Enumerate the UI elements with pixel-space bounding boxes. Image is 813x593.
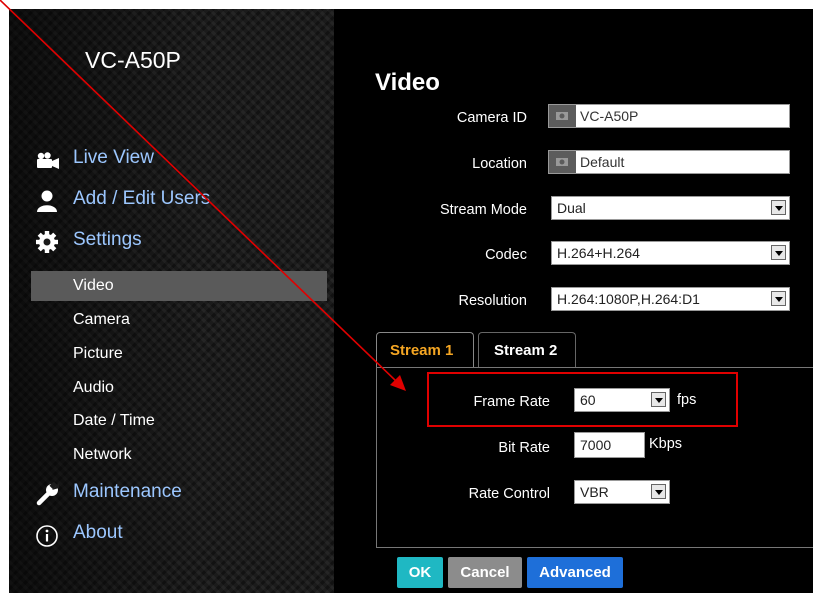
sidebar-item-label: Date / Time: [73, 412, 155, 429]
video-camera-icon: [35, 148, 61, 172]
sidebar-item-date-time[interactable]: Date / Time: [31, 406, 327, 436]
camera-id-field[interactable]: VC-A50P: [548, 104, 790, 128]
camera-id-label: Camera ID: [456, 110, 527, 126]
nav-settings-label: Settings: [73, 229, 142, 250]
nav-add-edit-users[interactable]: Add / Edit Users: [9, 186, 334, 216]
camera-icon: [549, 105, 576, 127]
stream-mode-select[interactable]: Dual: [551, 196, 790, 220]
page-title: Video: [375, 69, 440, 96]
nav-maintenance-label: Maintenance: [73, 481, 182, 502]
tab-label: Stream 1: [390, 342, 454, 359]
info-icon: [35, 523, 61, 547]
sidebar-item-video[interactable]: Video: [31, 271, 327, 301]
sidebar-item-audio[interactable]: Audio: [31, 373, 327, 403]
resolution-label: Resolution: [458, 293, 527, 309]
annotation-highlight-box: [427, 372, 738, 427]
app-window: VC-A50P Live View Add / Edit Users Setti…: [9, 9, 813, 593]
codec-select[interactable]: H.264+H.264: [551, 241, 790, 265]
camera-id-value: VC-A50P: [580, 108, 639, 124]
stream-mode-label: Stream Mode: [439, 202, 527, 218]
bit-rate-value: 7000: [580, 437, 612, 453]
sidebar-item-label: Camera: [73, 311, 130, 328]
codec-value: H.264+H.264: [557, 245, 640, 261]
nav-about-label: About: [73, 522, 123, 543]
nav-settings[interactable]: Settings: [9, 227, 334, 257]
sidebar: VC-A50P Live View Add / Edit Users Setti…: [9, 9, 334, 593]
location-field[interactable]: Default: [548, 150, 790, 174]
chevron-down-icon[interactable]: [771, 245, 786, 260]
sidebar-item-label: Audio: [73, 379, 114, 396]
chevron-down-icon[interactable]: [651, 484, 666, 499]
codec-label: Codec: [485, 247, 527, 263]
rate-control-label: Rate Control: [468, 486, 550, 502]
nav-users-label: Add / Edit Users: [73, 188, 211, 209]
sidebar-item-label: Video: [73, 277, 114, 294]
tab-label: Stream 2: [494, 342, 558, 359]
rate-control-value: VBR: [580, 484, 609, 500]
nav-maintenance[interactable]: Maintenance: [9, 479, 334, 509]
sidebar-item-label: Picture: [73, 345, 123, 362]
cancel-button[interactable]: Cancel: [448, 557, 522, 588]
bit-rate-unit: Kbps: [649, 436, 683, 452]
nav-live-view[interactable]: Live View: [9, 145, 334, 175]
sidebar-item-label: Network: [73, 446, 132, 463]
bit-rate-input[interactable]: 7000: [574, 432, 645, 458]
stream-mode-value: Dual: [557, 200, 586, 216]
user-icon: [35, 189, 61, 213]
sidebar-item-picture[interactable]: Picture: [31, 339, 327, 369]
gear-icon: [35, 230, 61, 254]
chevron-down-icon[interactable]: [771, 200, 786, 215]
location-label: Location: [472, 156, 527, 172]
ok-button[interactable]: OK: [397, 557, 443, 588]
advanced-button[interactable]: Advanced: [527, 557, 623, 588]
resolution-value: H.264:1080P,H.264:D1: [557, 291, 700, 307]
resolution-select[interactable]: H.264:1080P,H.264:D1: [551, 287, 790, 311]
bit-rate-label: Bit Rate: [498, 440, 550, 456]
chevron-down-icon[interactable]: [771, 291, 786, 306]
location-value: Default: [580, 154, 625, 170]
sidebar-item-network[interactable]: Network: [31, 440, 327, 470]
wrench-icon: [35, 481, 61, 506]
camera-icon: [549, 151, 576, 173]
tab-stream-1[interactable]: Stream 1: [376, 332, 474, 368]
nav-live-view-label: Live View: [73, 147, 154, 168]
rate-control-select[interactable]: VBR: [574, 480, 670, 504]
nav-about[interactable]: About: [9, 520, 334, 550]
device-name: VC-A50P: [85, 47, 181, 73]
sidebar-item-camera[interactable]: Camera: [31, 305, 327, 335]
tab-stream-2[interactable]: Stream 2: [478, 332, 576, 368]
